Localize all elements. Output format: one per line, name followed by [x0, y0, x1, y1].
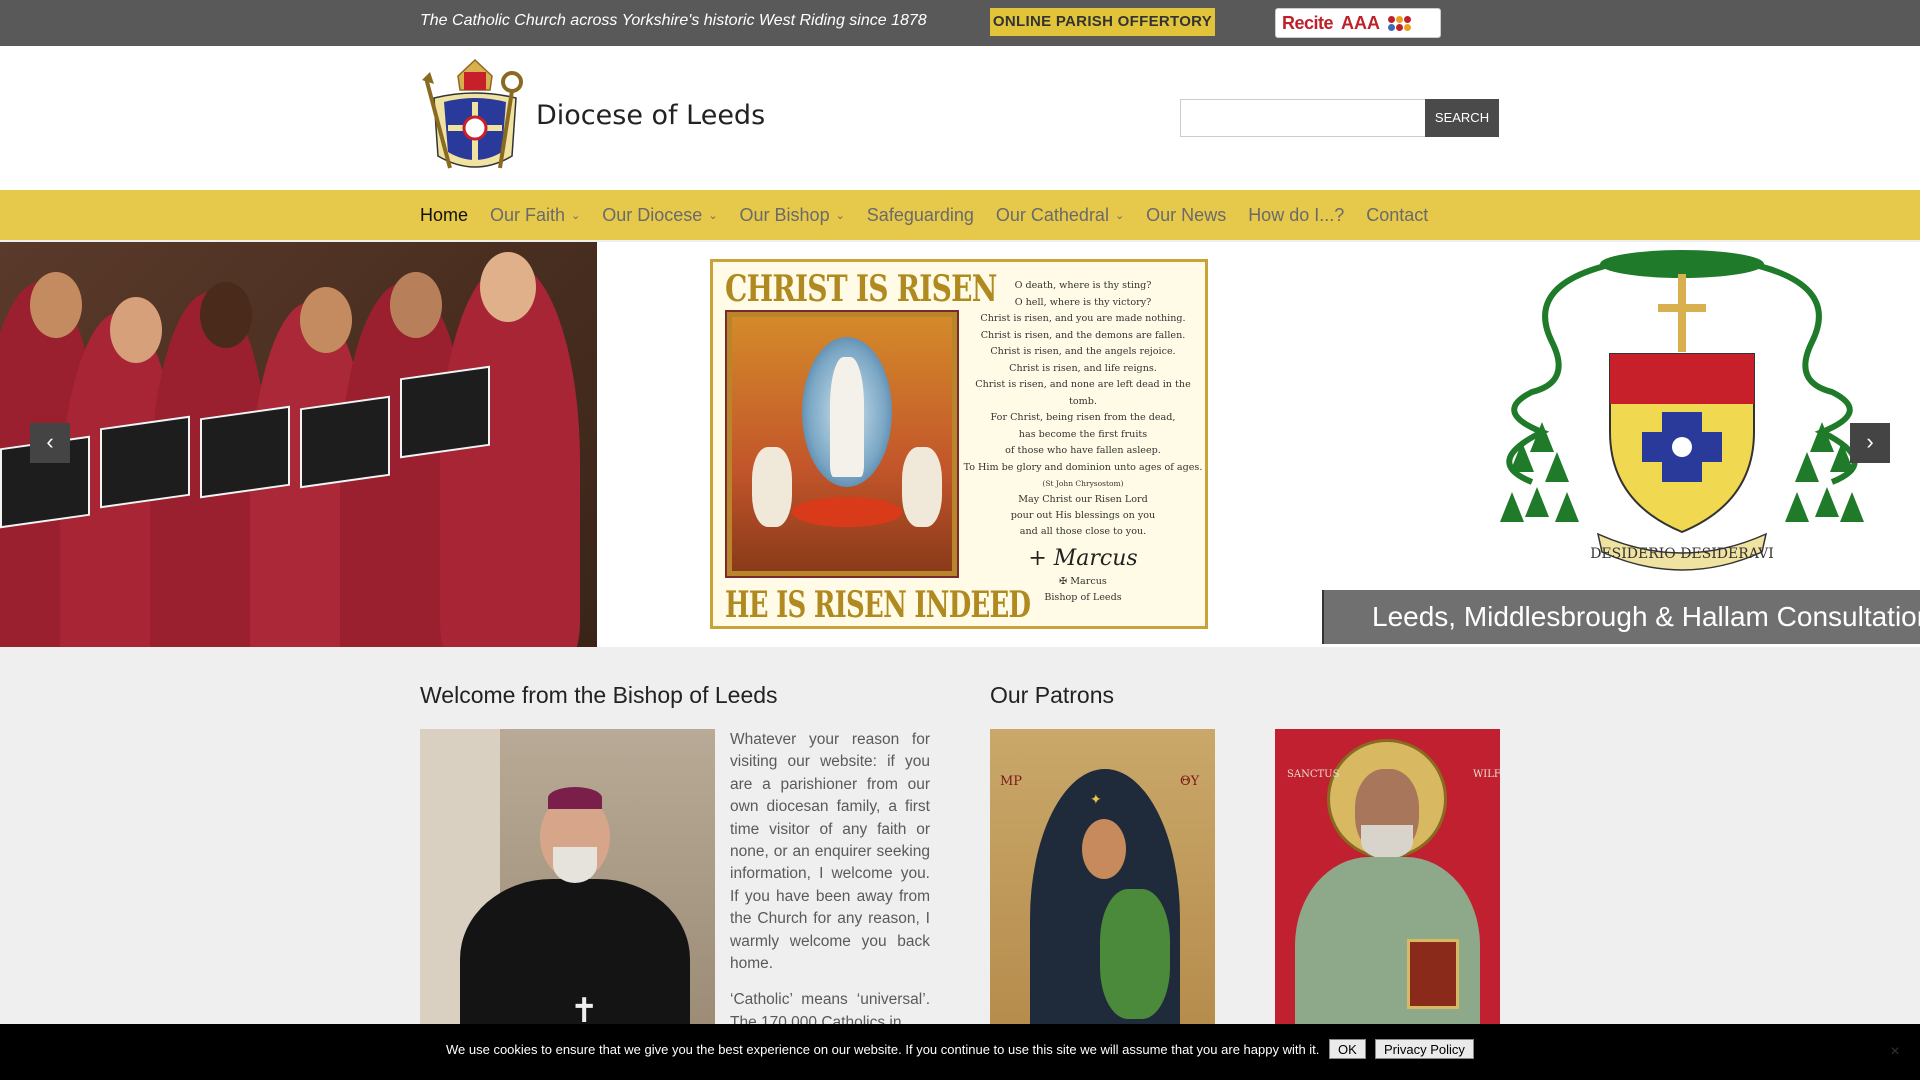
nav-item-our-faith[interactable]: Our Faith ⌄	[490, 205, 580, 226]
chevron-down-icon: ⌄	[835, 209, 845, 222]
patrons-heading: Our Patrons	[990, 682, 1114, 708]
nav-item-contact[interactable]: Contact	[1366, 205, 1428, 226]
nav-item-safeguarding[interactable]: Safeguarding	[867, 205, 974, 226]
cookie-message: We use cookies to ensure that we give yo…	[446, 1042, 1320, 1057]
nav-item-label: Our Cathedral	[995, 204, 1109, 225]
recite-label: Recite	[1282, 12, 1334, 33]
close-icon[interactable]: ×	[1885, 1042, 1905, 1062]
recite-accessibility-icon	[1388, 15, 1412, 31]
site-title[interactable]: Diocese of Leeds	[536, 100, 765, 131]
nav-item-home[interactable]: Home	[420, 205, 468, 226]
nav-item-our-cathedral[interactable]: Our Cathedral ⌄	[996, 205, 1124, 226]
nav-item-label: Our Faith	[490, 204, 566, 225]
diocese-crest-logo[interactable]	[420, 58, 530, 180]
recite-accessibility-button[interactable]: Recite AAA	[1275, 8, 1441, 38]
bishop-coat-of-arms: DESIDERIO DESIDERAVI	[1322, 242, 1920, 647]
nav-item-label: How do I...?	[1248, 204, 1345, 225]
choir-photo	[0, 242, 597, 647]
site-header: Diocese of Leeds Search	[0, 46, 1920, 190]
search-button[interactable]: Search	[1425, 99, 1499, 137]
signature-name: ✠ Marcus Bishop of Leeds	[1044, 576, 1122, 603]
star-icon: ✦	[1090, 791, 1102, 807]
arms-motto: DESIDERIO DESIDERAVI	[1590, 546, 1774, 562]
nav-item-our-diocese[interactable]: Our Diocese ⌄	[602, 205, 717, 226]
easter-heading-top: CHRIST IS RISEN	[725, 268, 997, 310]
nav-item-label: Our News	[1146, 204, 1227, 225]
cookie-banner: We use cookies to ensure that we give yo…	[0, 1024, 1920, 1080]
nav-item-label: Safeguarding	[866, 204, 974, 225]
chevron-down-icon: ⌄	[571, 209, 581, 222]
nav-item-label: Contact	[1366, 204, 1429, 225]
nav-item-our-news[interactable]: Our News	[1146, 205, 1226, 226]
hero-slider[interactable]: CHRIST IS RISEN HE IS RISEN INDEED O dea…	[0, 242, 1920, 647]
easter-poem: O death, where is thy sting? O hell, whe…	[963, 280, 1203, 488]
slide-caption[interactable]: Leeds, Middlesbrough & Hallam Consultati…	[1322, 590, 1920, 644]
welcome-text: Whatever your reason for visiting our we…	[730, 729, 930, 1048]
slider-next-button[interactable]: ›	[1850, 423, 1890, 463]
privacy-policy-button[interactable]: Privacy Policy	[1375, 1039, 1474, 1059]
nav-item-how-do-i[interactable]: How do I...?	[1248, 205, 1344, 226]
chevron-down-icon: ⌄	[708, 209, 718, 222]
welcome-heading: Welcome from the Bishop of Leeds	[420, 682, 778, 708]
text-size-icon: AAA	[1341, 12, 1381, 33]
patron-icon-our-lady[interactable]: ✦ MP ΘΥ	[990, 729, 1215, 1049]
resurrection-icon-image	[725, 310, 959, 578]
easter-message-slide: CHRIST IS RISEN HE IS RISEN INDEED O dea…	[710, 259, 1208, 629]
patron-icon-st-wilfrid[interactable]: SANCTUS WILFRID	[1275, 729, 1500, 1049]
cookie-ok-button[interactable]: OK	[1329, 1039, 1366, 1059]
nav-item-label: Home	[420, 204, 469, 225]
bishop-photo: ✝	[420, 729, 715, 1049]
nav-item-label: Our Bishop	[739, 204, 830, 225]
site-tagline: The Catholic Church across Yorkshire's h…	[420, 12, 927, 29]
nav-item-label: Our Diocese	[602, 204, 703, 225]
online-offertory-button[interactable]: ONLINE PARISH OFFERTORY	[990, 8, 1215, 36]
slider-prev-button[interactable]: ‹	[30, 423, 70, 463]
nav-items: Home Our Faith ⌄ Our Diocese ⌄ Our Bishop ⌄…	[420, 190, 1450, 240]
main-nav: Home Our Faith ⌄ Our Diocese ⌄ Our Bishop ⌄…	[0, 190, 1920, 240]
search-input[interactable]	[1180, 99, 1426, 137]
nav-item-our-bishop[interactable]: Our Bishop ⌄	[740, 205, 845, 226]
chevron-down-icon: ⌄	[1114, 209, 1125, 222]
coat-of-arms-image: DESIDERIO DESIDERAVI	[1500, 250, 1864, 571]
top-bar: The Catholic Church across Yorkshire's h…	[0, 0, 1920, 46]
welcome-paragraph: Whatever your reason for visiting our we…	[730, 731, 930, 973]
easter-blessing: May Christ our Risen Lord pour out His b…	[1010, 494, 1156, 537]
bishop-signature: + Marcus	[1028, 546, 1138, 571]
